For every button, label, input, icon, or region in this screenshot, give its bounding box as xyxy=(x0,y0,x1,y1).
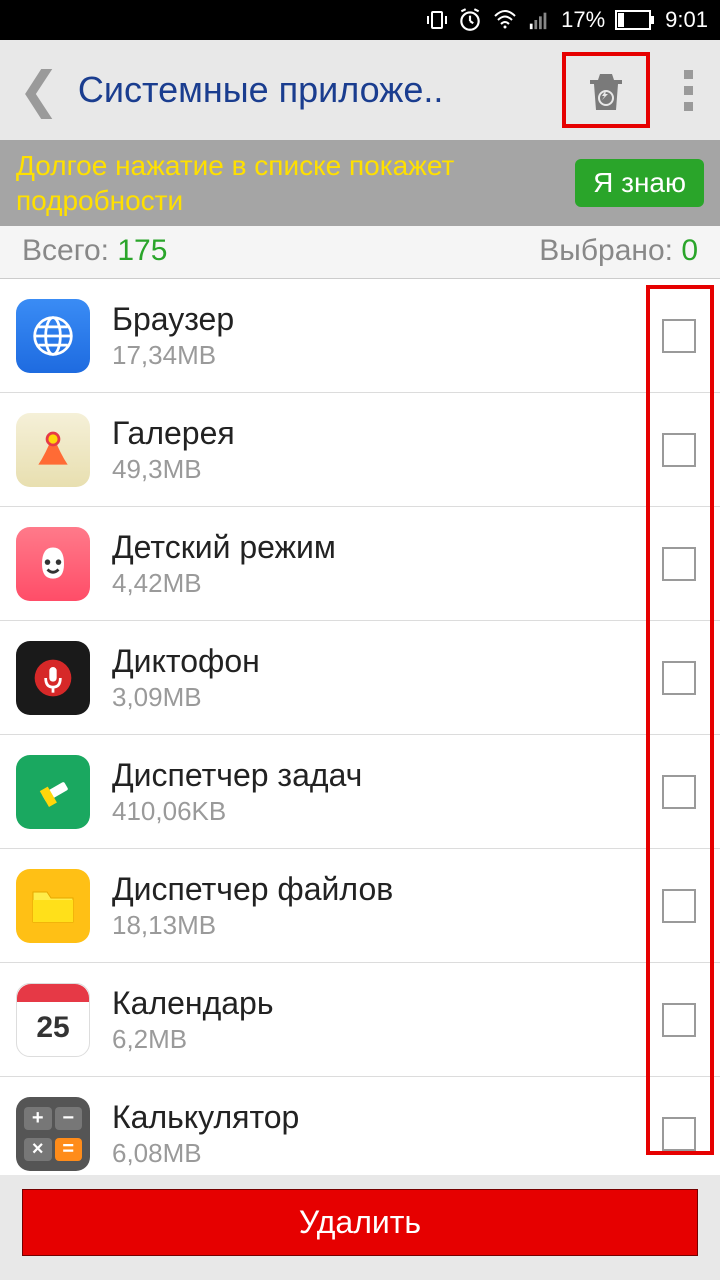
app-name: Галерея xyxy=(112,415,662,452)
list-item[interactable]: Диктофон 3,09MB xyxy=(0,621,720,735)
page-title: Системные приложе.. xyxy=(68,69,562,111)
app-name: Калькулятор xyxy=(112,1099,662,1136)
list-item[interactable]: Галерея 49,3MB xyxy=(0,393,720,507)
list-item[interactable]: 25 Календарь 6,2MB xyxy=(0,963,720,1077)
recycle-bin-button[interactable] xyxy=(562,52,650,128)
recorder-icon xyxy=(16,641,90,715)
app-name: Браузер xyxy=(112,301,662,338)
status-bar: 17% 9:01 xyxy=(0,0,720,40)
app-checkbox[interactable] xyxy=(662,661,696,695)
list-item[interactable]: Браузер 17,34MB xyxy=(0,279,720,393)
total-count: Всего: 175 xyxy=(22,234,167,268)
app-size: 6,2MB xyxy=(112,1024,662,1055)
app-size: 410,06KB xyxy=(112,796,662,827)
app-checkbox[interactable] xyxy=(662,319,696,353)
stats-bar: Всего: 175 Выбрано: 0 xyxy=(0,226,720,279)
app-name: Диспетчер задач xyxy=(112,757,662,794)
list-item[interactable]: Детский режим 4,42MB xyxy=(0,507,720,621)
app-size: 6,08MB xyxy=(112,1138,662,1169)
app-size: 49,3MB xyxy=(112,454,662,485)
battery-icon xyxy=(615,10,655,30)
calculator-icon: + − × = xyxy=(16,1097,90,1171)
app-name: Диспетчер файлов xyxy=(112,871,662,908)
back-button[interactable]: ❮ xyxy=(10,65,68,115)
hint-bar: Долгое нажатие в списке покажет подробно… xyxy=(0,140,720,226)
list-item[interactable]: Диспетчер файлов 18,13MB xyxy=(0,849,720,963)
hint-text: Долгое нажатие в списке покажет подробно… xyxy=(16,148,575,218)
vibrate-icon xyxy=(425,8,449,32)
app-checkbox[interactable] xyxy=(662,1117,696,1151)
app-list: Браузер 17,34MB Галерея 49,3MB Детский р… xyxy=(0,279,720,1191)
app-bar: ❮ Системные приложе.. xyxy=(0,40,720,140)
kids-mode-icon xyxy=(16,527,90,601)
recycle-icon xyxy=(582,65,630,115)
browser-icon xyxy=(16,299,90,373)
file-manager-icon xyxy=(16,869,90,943)
app-size: 3,09MB xyxy=(112,682,662,713)
task-manager-icon xyxy=(16,755,90,829)
calendar-icon: 25 xyxy=(16,983,90,1057)
alarm-icon xyxy=(457,7,483,33)
app-size: 17,34MB xyxy=(112,340,662,371)
app-checkbox[interactable] xyxy=(662,433,696,467)
app-size: 4,42MB xyxy=(112,568,662,599)
list-item[interactable]: + − × = Калькулятор 6,08MB xyxy=(0,1077,720,1191)
app-checkbox[interactable] xyxy=(662,547,696,581)
app-name: Детский режим xyxy=(112,529,662,566)
battery-percent: 17% xyxy=(561,7,605,33)
delete-button[interactable]: Удалить xyxy=(22,1189,698,1256)
bottom-bar: Удалить xyxy=(0,1175,720,1280)
app-checkbox[interactable] xyxy=(662,775,696,809)
app-checkbox[interactable] xyxy=(662,1003,696,1037)
gallery-icon xyxy=(16,413,90,487)
overflow-menu-button[interactable] xyxy=(670,70,710,111)
wifi-icon xyxy=(491,8,519,32)
app-checkbox[interactable] xyxy=(662,889,696,923)
clock: 9:01 xyxy=(665,7,708,33)
list-item[interactable]: Диспетчер задач 410,06KB xyxy=(0,735,720,849)
signal-icon xyxy=(527,9,551,31)
app-name: Диктофон xyxy=(112,643,662,680)
app-size: 18,13MB xyxy=(112,910,662,941)
app-name: Календарь xyxy=(112,985,662,1022)
selected-count: Выбрано: 0 xyxy=(539,234,698,268)
hint-dismiss-button[interactable]: Я знаю xyxy=(575,159,704,207)
